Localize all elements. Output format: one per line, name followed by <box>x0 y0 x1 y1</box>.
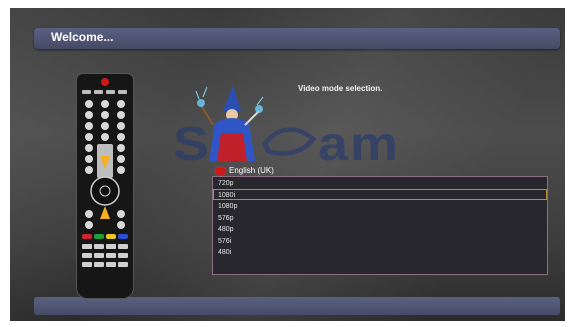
language-label: English (UK) <box>229 166 274 175</box>
red-button-icon <box>215 166 226 175</box>
remote-control-icon <box>77 74 133 298</box>
mode-option[interactable]: 480i <box>213 246 547 258</box>
video-mode-list[interactable]: 720p 1080i 1080p 576p 480p 576i 480i <box>212 176 548 275</box>
wizard-mascot-icon <box>195 85 264 161</box>
language-indicator: English (UK) <box>215 165 274 176</box>
svg-text:am: am <box>318 117 400 171</box>
mode-option[interactable]: 576i <box>213 235 547 247</box>
mode-option[interactable]: 576p <box>213 212 547 224</box>
mode-option-selected[interactable]: 1080i <box>213 188 547 200</box>
mode-option[interactable]: 1080p <box>213 200 547 212</box>
tv-screen: Welcome... SP am Video mode selection. E… <box>10 8 565 321</box>
video-mode-prompt: Video mode selection. <box>298 84 383 93</box>
page-title: Welcome... <box>51 30 114 44</box>
bottom-status-bar <box>34 297 560 315</box>
title-bar: Welcome... <box>34 28 560 49</box>
mode-option[interactable]: 480p <box>213 223 547 235</box>
mode-option[interactable]: 720p <box>213 177 547 189</box>
